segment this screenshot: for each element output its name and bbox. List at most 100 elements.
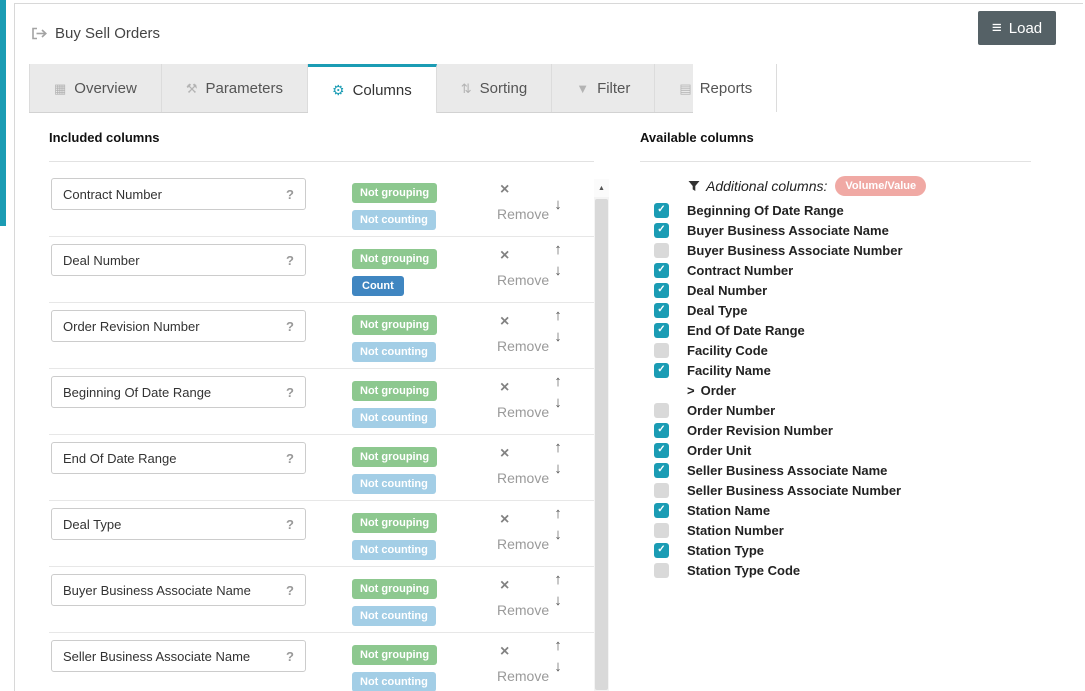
available-column-label[interactable]: End Of Date Range	[687, 323, 805, 338]
help-icon[interactable]: ?	[286, 451, 294, 466]
column-name-field[interactable]: Deal Number ?	[51, 244, 306, 276]
help-icon[interactable]: ?	[286, 583, 294, 598]
counting-badge[interactable]: Count	[352, 276, 404, 296]
help-icon[interactable]: ?	[286, 187, 294, 202]
available-column-label[interactable]: Station Name	[687, 503, 770, 518]
move-down-button[interactable]: ↓	[547, 394, 569, 412]
checkbox[interactable]: ✓	[654, 483, 669, 498]
help-icon[interactable]: ?	[286, 385, 294, 400]
counting-badge[interactable]: Not counting	[352, 408, 436, 428]
column-name-field[interactable]: Contract Number ?	[51, 178, 306, 210]
move-up-button[interactable]: ↑	[547, 241, 569, 259]
grouping-badge[interactable]: Not grouping	[352, 183, 437, 203]
available-column-label[interactable]: Order	[701, 383, 736, 398]
included-column-row: Seller Business Associate Name ? Not gro…	[49, 633, 594, 691]
available-column-label[interactable]: Contract Number	[687, 263, 793, 278]
grouping-badge[interactable]: Not grouping	[352, 381, 437, 401]
column-name-field[interactable]: Order Revision Number ?	[51, 310, 306, 342]
counting-badge[interactable]: Not counting	[352, 210, 436, 230]
available-column-label[interactable]: Seller Business Associate Number	[687, 483, 901, 498]
move-up-button[interactable]: ↑	[547, 637, 569, 655]
available-column-label[interactable]: Station Type	[687, 543, 764, 558]
move-down-button[interactable]: ↓	[547, 526, 569, 544]
move-down-button[interactable]: ↓	[547, 328, 569, 346]
move-up-button[interactable]: ↑	[547, 571, 569, 589]
available-column-label[interactable]: Order Unit	[687, 443, 751, 458]
checkbox[interactable]: ✓	[654, 203, 669, 218]
move-down-button[interactable]: ↓	[547, 592, 569, 610]
counting-badge[interactable]: Not counting	[352, 342, 436, 362]
grouping-badge[interactable]: Not grouping	[352, 249, 437, 269]
checkbox[interactable]: ✓	[654, 563, 669, 578]
tab-filter[interactable]: ▼ Filter	[552, 64, 655, 112]
grouping-badge[interactable]: Not grouping	[352, 513, 437, 533]
column-name-field[interactable]: Seller Business Associate Name ?	[51, 640, 306, 672]
load-button[interactable]: ≡ Load	[978, 11, 1056, 45]
check-icon: ✓	[657, 465, 665, 475]
counting-badge[interactable]: Not counting	[352, 540, 436, 560]
checkbox[interactable]: ✓	[654, 243, 669, 258]
reorder-controls: ↑ ↓	[547, 373, 569, 412]
tab-sorting[interactable]: ⇅ Sorting	[437, 64, 552, 112]
available-column-label[interactable]: Station Type Code	[687, 563, 800, 578]
available-column-label[interactable]: Deal Type	[687, 303, 747, 318]
tab-overview[interactable]: ▦ Overview	[29, 64, 162, 112]
move-up-button[interactable]: ↑	[547, 373, 569, 391]
additional-columns-filter[interactable]: Additional columns: Volume/Value	[688, 176, 926, 196]
checkbox[interactable]: ✓	[654, 423, 669, 438]
checkbox[interactable]: ✓	[654, 543, 669, 558]
help-icon[interactable]: ?	[286, 649, 294, 664]
tab-columns[interactable]: ⚙ Columns	[308, 64, 437, 113]
move-up-button[interactable]: ↑	[547, 439, 569, 457]
checkbox[interactable]: ✓	[654, 463, 669, 478]
chevron-right-icon[interactable]: >	[687, 383, 695, 398]
checkbox[interactable]: ✓	[654, 343, 669, 358]
help-icon[interactable]: ?	[286, 253, 294, 268]
checkbox[interactable]: ✓	[654, 443, 669, 458]
available-column-label[interactable]: Order Revision Number	[687, 423, 833, 438]
grouping-badge[interactable]: Not grouping	[352, 645, 437, 665]
help-icon[interactable]: ?	[286, 517, 294, 532]
move-down-button[interactable]: ↓	[547, 658, 569, 676]
counting-badge[interactable]: Not counting	[352, 672, 436, 691]
column-name-field[interactable]: Buyer Business Associate Name ?	[51, 574, 306, 606]
available-column-label[interactable]: Buyer Business Associate Number	[687, 243, 903, 258]
volume-value-badge[interactable]: Volume/Value	[835, 176, 926, 196]
checkbox[interactable]: ✓	[654, 503, 669, 518]
available-column-label[interactable]: Seller Business Associate Name	[687, 463, 887, 478]
help-icon[interactable]: ?	[286, 319, 294, 334]
available-column-label[interactable]: Beginning Of Date Range	[687, 203, 844, 218]
checkbox[interactable]: ✓	[654, 283, 669, 298]
move-down-button[interactable]: ↓	[547, 262, 569, 280]
grouping-badge[interactable]: Not grouping	[352, 447, 437, 467]
move-down-button[interactable]: ↓	[547, 196, 569, 214]
tab-parameters[interactable]: ⚒ Parameters	[162, 64, 308, 112]
scrollbar[interactable]: ▲	[594, 179, 609, 691]
checkbox[interactable]: ✓	[654, 523, 669, 538]
grouping-badge[interactable]: Not grouping	[352, 315, 437, 335]
scrollbar-thumb[interactable]	[595, 199, 608, 690]
column-name-field[interactable]: Deal Type ?	[51, 508, 306, 540]
column-name-field[interactable]: Beginning Of Date Range ?	[51, 376, 306, 408]
move-up-button[interactable]: ↑	[547, 505, 569, 523]
checkbox[interactable]: ✓	[654, 363, 669, 378]
column-name-field[interactable]: End Of Date Range ?	[51, 442, 306, 474]
available-column-label[interactable]: Buyer Business Associate Name	[687, 223, 889, 238]
move-up-button[interactable]: ↑	[547, 307, 569, 325]
counting-badge[interactable]: Not counting	[352, 474, 436, 494]
available-column-label[interactable]: Station Number	[687, 523, 784, 538]
move-down-button[interactable]: ↓	[547, 460, 569, 478]
available-column-label[interactable]: Facility Name	[687, 363, 771, 378]
checkbox[interactable]: ✓	[654, 303, 669, 318]
checkbox[interactable]: ✓	[654, 263, 669, 278]
available-column-label[interactable]: Deal Number	[687, 283, 767, 298]
checkbox[interactable]: ✓	[654, 323, 669, 338]
checkbox[interactable]: ✓	[654, 223, 669, 238]
scroll-up-button[interactable]: ▲	[594, 179, 609, 197]
checkbox[interactable]: ✓	[654, 403, 669, 418]
tab-reports[interactable]: ▤ Reports	[655, 64, 777, 112]
counting-badge[interactable]: Not counting	[352, 606, 436, 626]
available-column-label[interactable]: Order Number	[687, 403, 775, 418]
available-column-label[interactable]: Facility Code	[687, 343, 768, 358]
grouping-badge[interactable]: Not grouping	[352, 579, 437, 599]
